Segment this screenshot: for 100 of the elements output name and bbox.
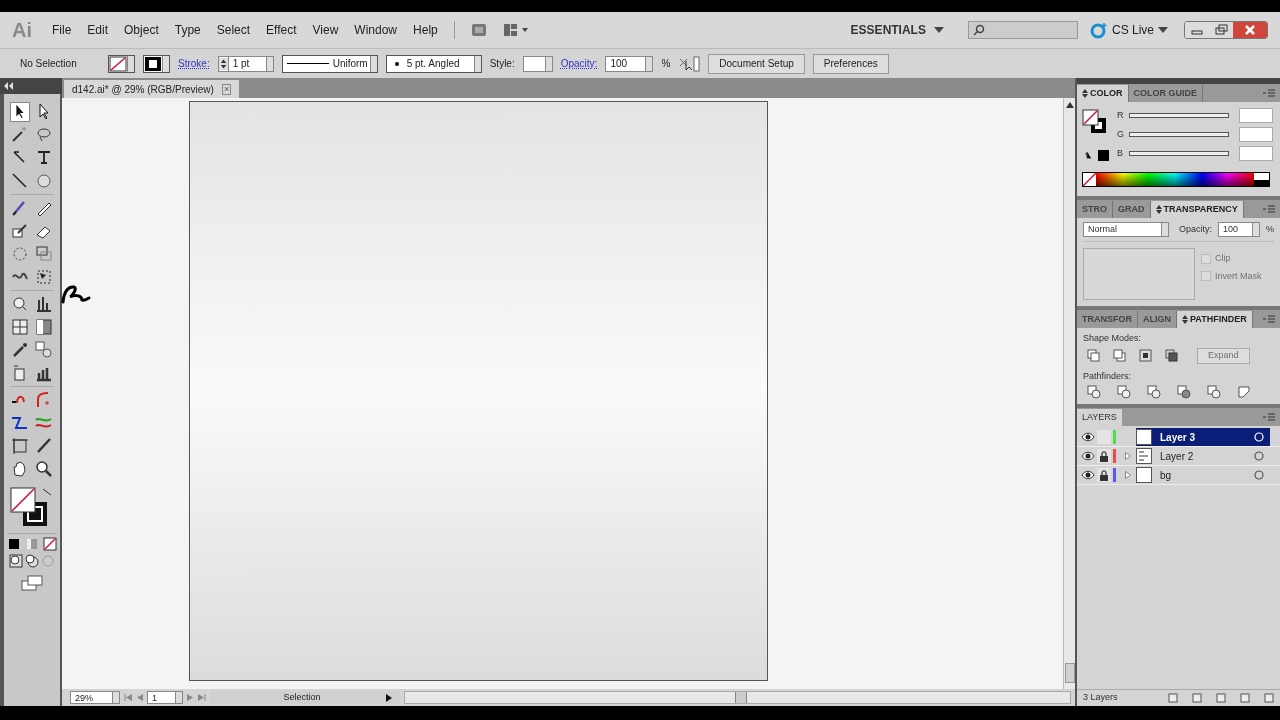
panel-tab[interactable]: TRANSPARENCY <box>1150 201 1244 218</box>
page-dropdown[interactable]: 1 <box>147 691 183 704</box>
menu-item[interactable]: Effect <box>258 21 305 39</box>
search-field[interactable] <box>967 21 1078 39</box>
new-layer-icon[interactable] <box>1240 693 1250 703</box>
panel-tab[interactable]: LAYERS <box>1077 409 1122 426</box>
color-spectrum-bar[interactable] <box>1082 172 1270 187</box>
menu-item[interactable]: Object <box>116 21 167 39</box>
stepper-icon[interactable] <box>218 56 229 71</box>
caret-icon[interactable] <box>933 26 944 34</box>
checkbox-label: Clip <box>1215 252 1231 265</box>
tab-close-button[interactable]: × <box>221 83 232 95</box>
layer-row[interactable]: bg <box>1136 466 1270 484</box>
channel-value-field[interactable] <box>1239 127 1273 142</box>
lock-toggle[interactable] <box>1097 449 1111 463</box>
merge-icon[interactable] <box>1147 385 1161 399</box>
layer-thumbnail <box>1136 448 1152 464</box>
trim-icon[interactable] <box>1117 385 1131 399</box>
new-sublayer-icon[interactable] <box>1216 693 1226 703</box>
brush-dropdown[interactable]: 5 pt. Angled <box>385 54 482 73</box>
scroll-thumb[interactable] <box>1064 663 1075 683</box>
stroke-swatch[interactable] <box>143 54 170 73</box>
free-transform-icon[interactable] <box>34 267 54 287</box>
artboard-icon[interactable] <box>10 436 30 456</box>
opacity-field[interactable]: 100 <box>1218 222 1260 237</box>
opacity-field[interactable]: 100 <box>605 55 654 72</box>
stroke-link[interactable]: Stroke: <box>178 56 210 71</box>
eye-icon[interactable] <box>1081 469 1095 481</box>
horizontal-scrollbar[interactable] <box>404 691 1071 704</box>
search-icon <box>972 24 985 36</box>
layer-row[interactable]: Layer 3 <box>1136 428 1270 446</box>
eye-icon[interactable] <box>1081 450 1095 462</box>
menu-item[interactable]: Edit <box>79 21 117 39</box>
opacity-link[interactable]: Opacity: <box>560 56 598 71</box>
draw-behind-icon[interactable] <box>25 554 39 568</box>
divide-icon[interactable] <box>1087 385 1101 399</box>
stroke-weight-field[interactable]: 1 pt <box>217 55 274 72</box>
scroll-up-icon[interactable] <box>1065 102 1074 108</box>
intersect-icon[interactable] <box>1139 348 1153 363</box>
caret-icon[interactable] <box>1158 26 1168 34</box>
channel-value-field[interactable] <box>1239 146 1273 161</box>
gradient-swatch-icon[interactable] <box>25 537 39 551</box>
toolbar-button[interactable]: Preferences <box>812 53 889 74</box>
screen-mode-icon[interactable] <box>20 575 44 591</box>
menu-item[interactable]: Type <box>166 21 209 39</box>
style-dropdown[interactable] <box>522 55 553 72</box>
menu-item[interactable]: Help <box>405 21 446 39</box>
vertical-scrollbar[interactable] <box>1063 98 1075 689</box>
channel-slider[interactable] <box>1129 151 1229 156</box>
layer-row[interactable]: Layer 2 <box>1136 447 1270 465</box>
panel-tab[interactable]: PATHFINDER <box>1177 311 1253 328</box>
lock-toggle[interactable] <box>1097 468 1111 482</box>
trash-icon[interactable] <box>1264 693 1274 703</box>
zoom-dropdown[interactable]: 29% <box>70 691 120 704</box>
close-icon[interactable] <box>1233 22 1267 38</box>
disclosure-triangle-icon[interactable] <box>1125 471 1131 479</box>
bridge-icon[interactable] <box>470 23 487 37</box>
disclosure-triangle-icon[interactable] <box>1125 452 1131 460</box>
blob-brush-icon[interactable] <box>10 221 30 241</box>
crop-icon[interactable] <box>1177 385 1191 399</box>
solid-color-icon[interactable] <box>7 537 21 551</box>
layout-icon[interactable] <box>502 23 529 37</box>
tool-status-menu[interactable]: Selection <box>210 691 400 704</box>
gradient-icon[interactable] <box>34 317 54 337</box>
blend-mode-dropdown[interactable]: Normal <box>1083 222 1169 237</box>
zoom-icon[interactable] <box>34 459 54 479</box>
menu-item[interactable]: Select <box>208 21 259 39</box>
channel-value-field[interactable] <box>1239 108 1273 123</box>
no-color-icon[interactable] <box>43 537 57 551</box>
cs-live-menu[interactable]: CS Live <box>1111 21 1154 39</box>
updown-arrows-icon <box>1155 205 1162 214</box>
menu-item[interactable]: File <box>44 21 80 39</box>
fill-swatch[interactable] <box>108 54 135 73</box>
menu-item[interactable]: Window <box>346 21 406 39</box>
toolbar-button[interactable]: Document Setup <box>708 53 805 74</box>
document-tab[interactable]: d142.ai* @ 29% (RGB/Preview) × <box>64 80 240 98</box>
channel-slider[interactable] <box>1129 132 1229 137</box>
unite-icon[interactable] <box>1087 348 1101 363</box>
mesh-icon[interactable] <box>10 317 30 337</box>
locate-object-icon[interactable] <box>1168 693 1178 703</box>
menu-item[interactable]: View <box>304 21 347 39</box>
minus-back-icon[interactable] <box>1237 385 1251 399</box>
channel-slider[interactable] <box>1129 113 1229 118</box>
layer-thumbnail <box>1136 467 1152 483</box>
percent-label: % <box>661 57 671 71</box>
updown-arrows-icon <box>1082 89 1088 98</box>
minus-front-icon[interactable] <box>1113 348 1127 363</box>
column-graph-icon[interactable] <box>34 294 54 314</box>
make-clipping-mask-icon[interactable] <box>1192 693 1202 703</box>
selection-icon[interactable] <box>10 102 30 122</box>
stroke-profile-dropdown[interactable]: Uniform <box>281 54 378 73</box>
blend-icon[interactable] <box>34 340 54 360</box>
ellipse-icon[interactable] <box>34 171 54 191</box>
outline-icon[interactable] <box>1207 385 1221 399</box>
panel-tab[interactable]: COLOR <box>1077 85 1129 102</box>
workspace-switcher[interactable]: ESSENTIALS <box>842 21 934 39</box>
draw-normal-icon[interactable] <box>9 554 23 568</box>
eye-icon[interactable] <box>1081 431 1095 443</box>
exclude-icon[interactable] <box>1165 348 1179 363</box>
collapse-icon[interactable] <box>4 82 14 90</box>
